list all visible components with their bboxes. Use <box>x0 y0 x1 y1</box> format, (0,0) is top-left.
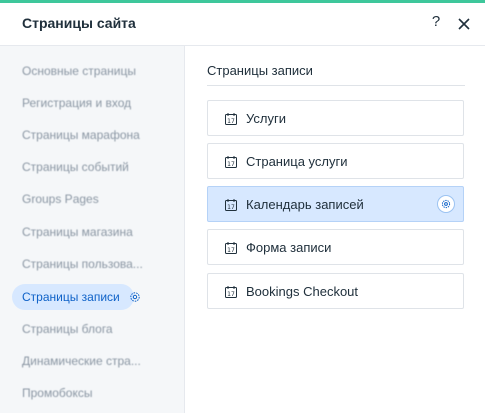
page-item-bookings-checkout[interactable]: 17 Bookings Checkout <box>207 273 464 309</box>
sidebar-item-label: Промобоксы <box>22 386 93 400</box>
sidebar-item-label: Основные страницы <box>22 64 136 78</box>
sidebar-item-label: Страницы магазина <box>22 225 133 239</box>
calendar-icon: 17 <box>224 112 238 126</box>
sidebar-item-promo-boxes[interactable]: Промобоксы <box>12 380 92 406</box>
sidebar-item-label: Страницы пользова... <box>22 257 143 271</box>
gear-icon <box>441 199 451 209</box>
sidebar-item-booking-pages[interactable]: Страницы записи <box>12 284 140 310</box>
svg-text:17: 17 <box>227 247 235 254</box>
page-settings-button[interactable] <box>437 195 455 213</box>
sidebar-item-dynamic-pages[interactable]: Динамические стра... <box>12 348 141 374</box>
page-item-label: Страница услуги <box>246 154 348 169</box>
sidebar-item-groups-pages[interactable]: Groups Pages <box>12 186 99 212</box>
page-item-label: Bookings Checkout <box>246 284 359 299</box>
close-button[interactable] <box>455 15 473 33</box>
sidebar-item-event-pages[interactable]: Страницы событий <box>12 154 129 180</box>
sidebar-item-label: Страницы блога <box>22 322 113 336</box>
section-title: Страницы записи <box>207 63 313 78</box>
sidebar-item-label: Динамические стра... <box>22 354 141 368</box>
help-button[interactable]: ? <box>428 13 444 33</box>
calendar-icon: 17 <box>224 285 238 299</box>
page-item-label: Календарь записей <box>246 197 364 212</box>
page-item-label: Услуги <box>246 111 286 126</box>
sidebar-item-signup-login[interactable]: Регистрация и вход <box>12 90 131 116</box>
panel-header: Страницы сайта ? <box>0 3 485 46</box>
sidebar-item-store-pages[interactable]: Страницы магазина <box>12 219 133 245</box>
gear-icon <box>129 286 141 312</box>
page-item-label: Форма записи <box>246 240 332 255</box>
page-item-booking-form[interactable]: 17 Форма записи <box>207 229 464 265</box>
sidebar-item-marathon-pages[interactable]: Страницы марафона <box>12 122 140 148</box>
calendar-icon: 17 <box>224 198 238 212</box>
panel-title: Страницы сайта <box>22 15 136 31</box>
sidebar-item-label: Страницы событий <box>22 160 129 174</box>
calendar-icon: 17 <box>224 155 238 169</box>
sidebar-item-label: Регистрация и вход <box>22 96 132 110</box>
calendar-icon: 17 <box>224 241 238 255</box>
page-item-service-page[interactable]: 17 Страница услуги <box>207 143 464 179</box>
section-divider <box>207 85 465 86</box>
svg-text:17: 17 <box>227 161 235 168</box>
sidebar-item-label: Groups Pages <box>22 192 99 206</box>
sidebar-item-label: Страницы записи <box>22 290 120 304</box>
sidebar: Основные страницы Регистрация и вход Стр… <box>0 46 185 413</box>
page-item-booking-calendar[interactable]: 17 Календарь записей <box>207 186 464 222</box>
sidebar-item-main-pages[interactable]: Основные страницы <box>12 58 136 84</box>
sidebar-item-member-pages[interactable]: Страницы пользова... <box>12 251 143 277</box>
svg-text:17: 17 <box>227 118 235 125</box>
sidebar-item-blog-pages[interactable]: Страницы блога <box>12 316 113 342</box>
svg-text:17: 17 <box>227 204 235 211</box>
page-item-services[interactable]: 17 Услуги <box>207 100 464 136</box>
svg-text:17: 17 <box>227 291 235 298</box>
sidebar-item-label: Страницы марафона <box>22 128 140 142</box>
close-icon <box>458 18 470 30</box>
